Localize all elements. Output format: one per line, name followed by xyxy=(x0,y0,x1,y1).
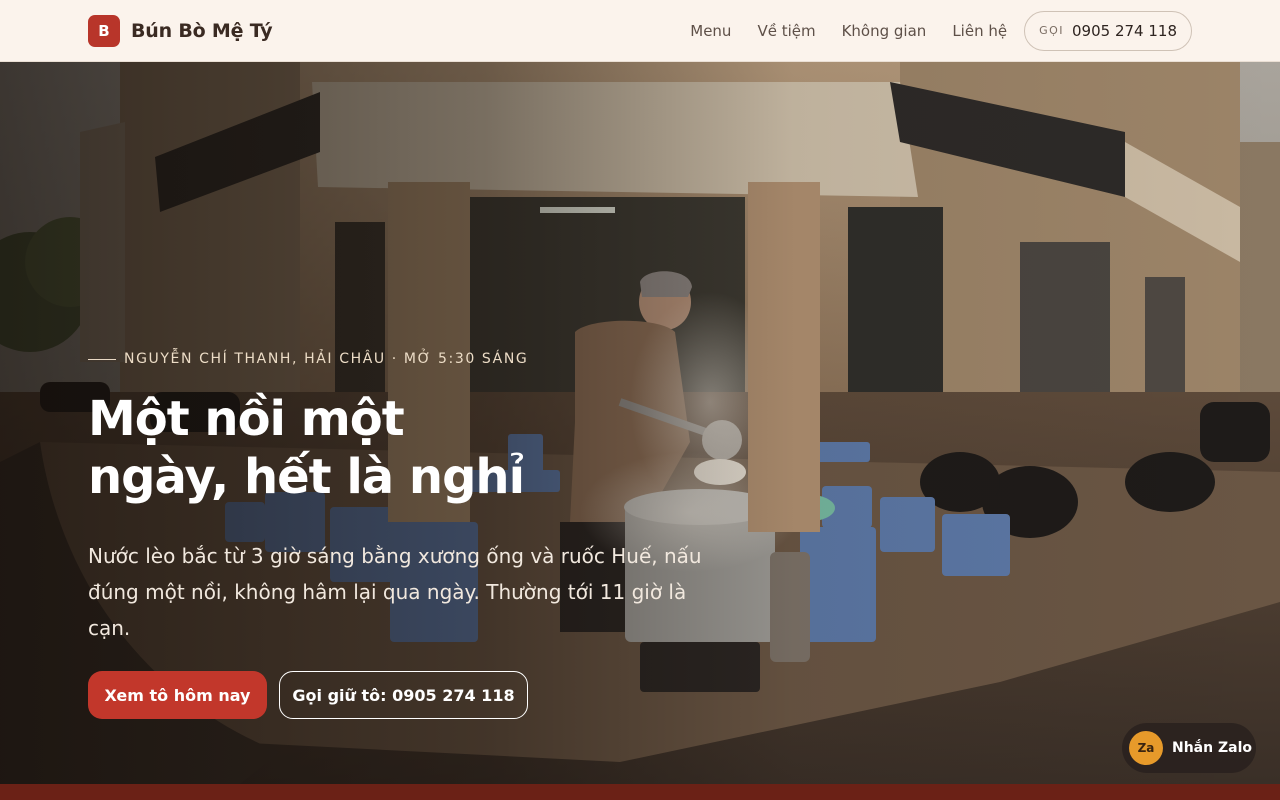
eyebrow-rule xyxy=(88,358,116,360)
headline-line-1: Một nồi một xyxy=(88,391,405,447)
zalo-label: Nhắn Zalo xyxy=(1172,740,1252,756)
nav-link-space[interactable]: Không gian xyxy=(842,22,927,40)
main-nav: Menu Về tiệm Không gian Liên hệ GỌI 0905… xyxy=(690,10,1192,51)
call-reserve-button[interactable]: Gọi giữ tô: 0905 274 118 xyxy=(279,671,528,719)
next-section-edge xyxy=(0,784,1280,800)
brand-logo-icon: B xyxy=(88,14,120,47)
hero-lede: Nước lèo bắc từ 3 giờ sáng bằng xương ốn… xyxy=(88,544,702,640)
hero-headline: Một nồi một ngày, hết là nghỉ xyxy=(88,390,648,506)
view-today-bowl-button[interactable]: Xem tô hôm nay xyxy=(88,671,267,719)
hero-eyebrow: NGUYỄN CHÍ THANH, HẢI CHÂU · MỞ 5:30 SÁN… xyxy=(88,351,528,367)
nav-link-contact[interactable]: Liên hệ xyxy=(952,22,1007,40)
brand[interactable]: B Bún Bò Mệ Tý xyxy=(88,14,273,47)
zalo-icon: Za xyxy=(1129,731,1163,765)
nav-link-about[interactable]: Về tiệm xyxy=(757,22,815,40)
eyebrow-text: NGUYỄN CHÍ THANH, HẢI CHÂU · MỞ 5:30 SÁN… xyxy=(124,351,529,367)
call-number: 0905 274 118 xyxy=(1072,21,1177,40)
brand-name: Bún Bò Mệ Tý xyxy=(131,19,273,42)
hero: NGUYỄN CHÍ THANH, HẢI CHÂU · MỞ 5:30 SÁN… xyxy=(0,62,1280,784)
call-prefix: GỌI xyxy=(1039,24,1065,37)
call-button[interactable]: GỌI 0905 274 118 xyxy=(1024,10,1192,51)
site-header: B Bún Bò Mệ Tý Menu Về tiệm Không gian L… xyxy=(0,0,1280,62)
zalo-chat-button[interactable]: Za Nhắn Zalo xyxy=(1122,723,1256,773)
headline-line-2: ngày, hết là nghỉ xyxy=(88,449,525,505)
nav-link-menu[interactable]: Menu xyxy=(690,22,731,40)
